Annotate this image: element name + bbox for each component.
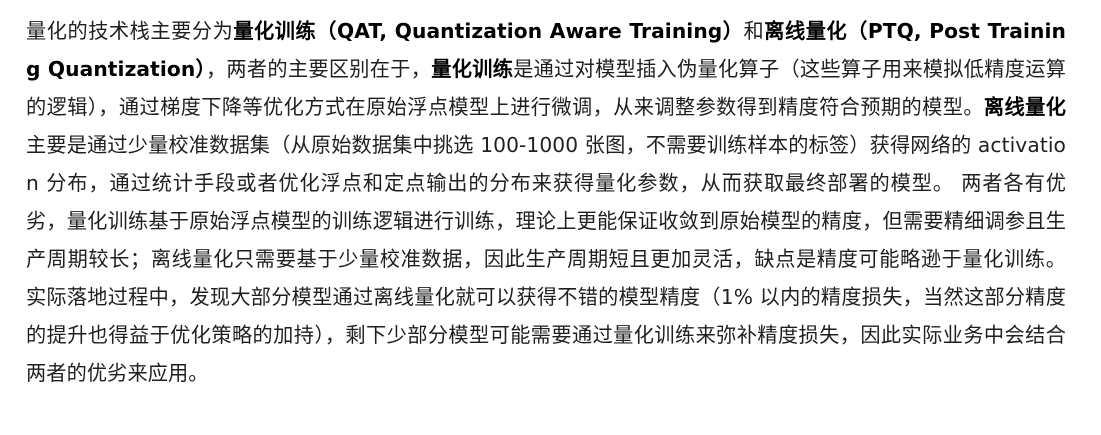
term-qat-short: 量化训练 xyxy=(431,57,514,81)
quantization-paragraph: 量化的技术栈主要分为量化训练（QAT, Quantization Aware T… xyxy=(26,12,1066,392)
term-qat: 量化训练（QAT, Quantization Aware Training） xyxy=(233,19,744,43)
term-ptq-short: 离线量化 xyxy=(983,95,1066,119)
text-intro: 量化的技术栈主要分为 xyxy=(26,19,234,43)
text-and: 和 xyxy=(743,19,765,43)
text-difference: ，两者的主要区别在于， xyxy=(205,57,432,81)
document-body: 量化的技术栈主要分为量化训练（QAT, Quantization Aware T… xyxy=(26,12,1066,392)
text-ptq-description: 主要是通过少量校准数据集（从原始数据集中挑选 100-1000 张图，不需要训练… xyxy=(26,133,1066,385)
